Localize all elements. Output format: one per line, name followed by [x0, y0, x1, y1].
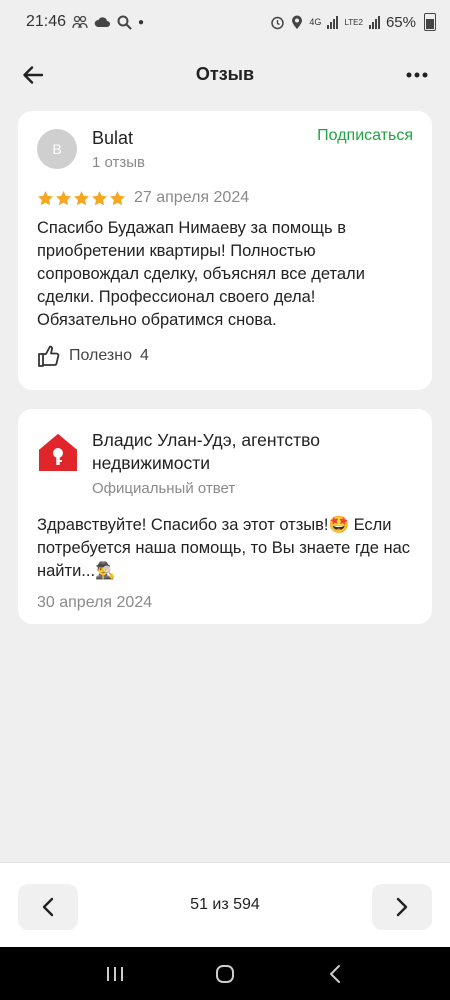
lte-label: LTE2	[344, 17, 363, 27]
thumbs-up-icon	[38, 345, 60, 367]
search-icon	[117, 15, 132, 30]
back-button[interactable]	[16, 58, 50, 92]
alarm-icon	[271, 16, 285, 29]
signal-icon	[327, 15, 339, 29]
company-name[interactable]: Владис Улан-Удэ, агентство недвижимости	[92, 429, 412, 475]
app-header: Отзыв	[0, 44, 450, 104]
reply-card: Владис Улан-Удэ, агентство недвижимости …	[18, 409, 432, 624]
author-name[interactable]: Bulat	[92, 128, 133, 149]
arrow-left-icon	[23, 66, 43, 84]
status-time: 21:46	[26, 13, 67, 30]
battery-percent: 65%	[385, 13, 416, 31]
system-back-button[interactable]	[315, 954, 355, 994]
avatar[interactable]: B	[37, 129, 77, 169]
star-icon	[56, 190, 71, 205]
review-text: Спасибо Будажап Нимаеву за помощь в прио…	[37, 219, 365, 329]
notification-dot-icon: ●	[138, 16, 145, 28]
rating-row: 27 апреля 2024	[37, 189, 249, 207]
company-logo-icon[interactable]	[37, 431, 79, 473]
review-card: B Bulat 1 отзыв Подписаться 27 апреля 20…	[18, 111, 432, 390]
network-type: 4G	[309, 17, 322, 27]
chevron-right-icon	[396, 897, 408, 917]
home-button[interactable]	[205, 954, 245, 994]
star-rating	[37, 190, 126, 207]
back-chevron-icon	[330, 964, 340, 983]
recent-apps-icon	[107, 966, 123, 981]
reply-text: Здравствуйте! Спасибо за этот отзыв!🤩 Ес…	[37, 516, 411, 580]
star-icon	[38, 190, 53, 205]
star-icon	[92, 190, 107, 205]
more-options-button[interactable]	[400, 58, 434, 92]
recent-apps-button[interactable]	[95, 954, 135, 994]
page-title: Отзыв	[195, 63, 255, 84]
reply-date: 30 апреля 2024	[37, 594, 153, 611]
useful-button[interactable]: Полезно 4	[37, 344, 149, 368]
signal-2-icon	[368, 15, 380, 29]
author-reviews-count: 1 отзыв	[92, 154, 146, 171]
review-date: 27 апреля 2024	[134, 189, 250, 206]
cloud-icon	[94, 17, 111, 27]
people-icon	[72, 15, 88, 29]
battery-icon	[424, 13, 436, 31]
star-icon	[74, 190, 89, 205]
subscribe-button[interactable]: Подписаться	[317, 127, 413, 145]
more-horizontal-icon	[406, 72, 428, 78]
status-bar: 21:46 ● 4G LTE2 65%	[0, 0, 450, 44]
star-icon	[110, 190, 125, 205]
useful-label: Полезно	[69, 347, 132, 364]
next-review-button[interactable]	[372, 884, 432, 930]
official-reply-label: Официальный ответ	[92, 480, 236, 497]
pagination-bar: 51 из 594	[0, 862, 450, 947]
home-icon	[216, 964, 234, 983]
useful-count: 4	[140, 347, 149, 364]
system-navigation-bar	[0, 947, 450, 1000]
location-icon	[292, 15, 303, 29]
